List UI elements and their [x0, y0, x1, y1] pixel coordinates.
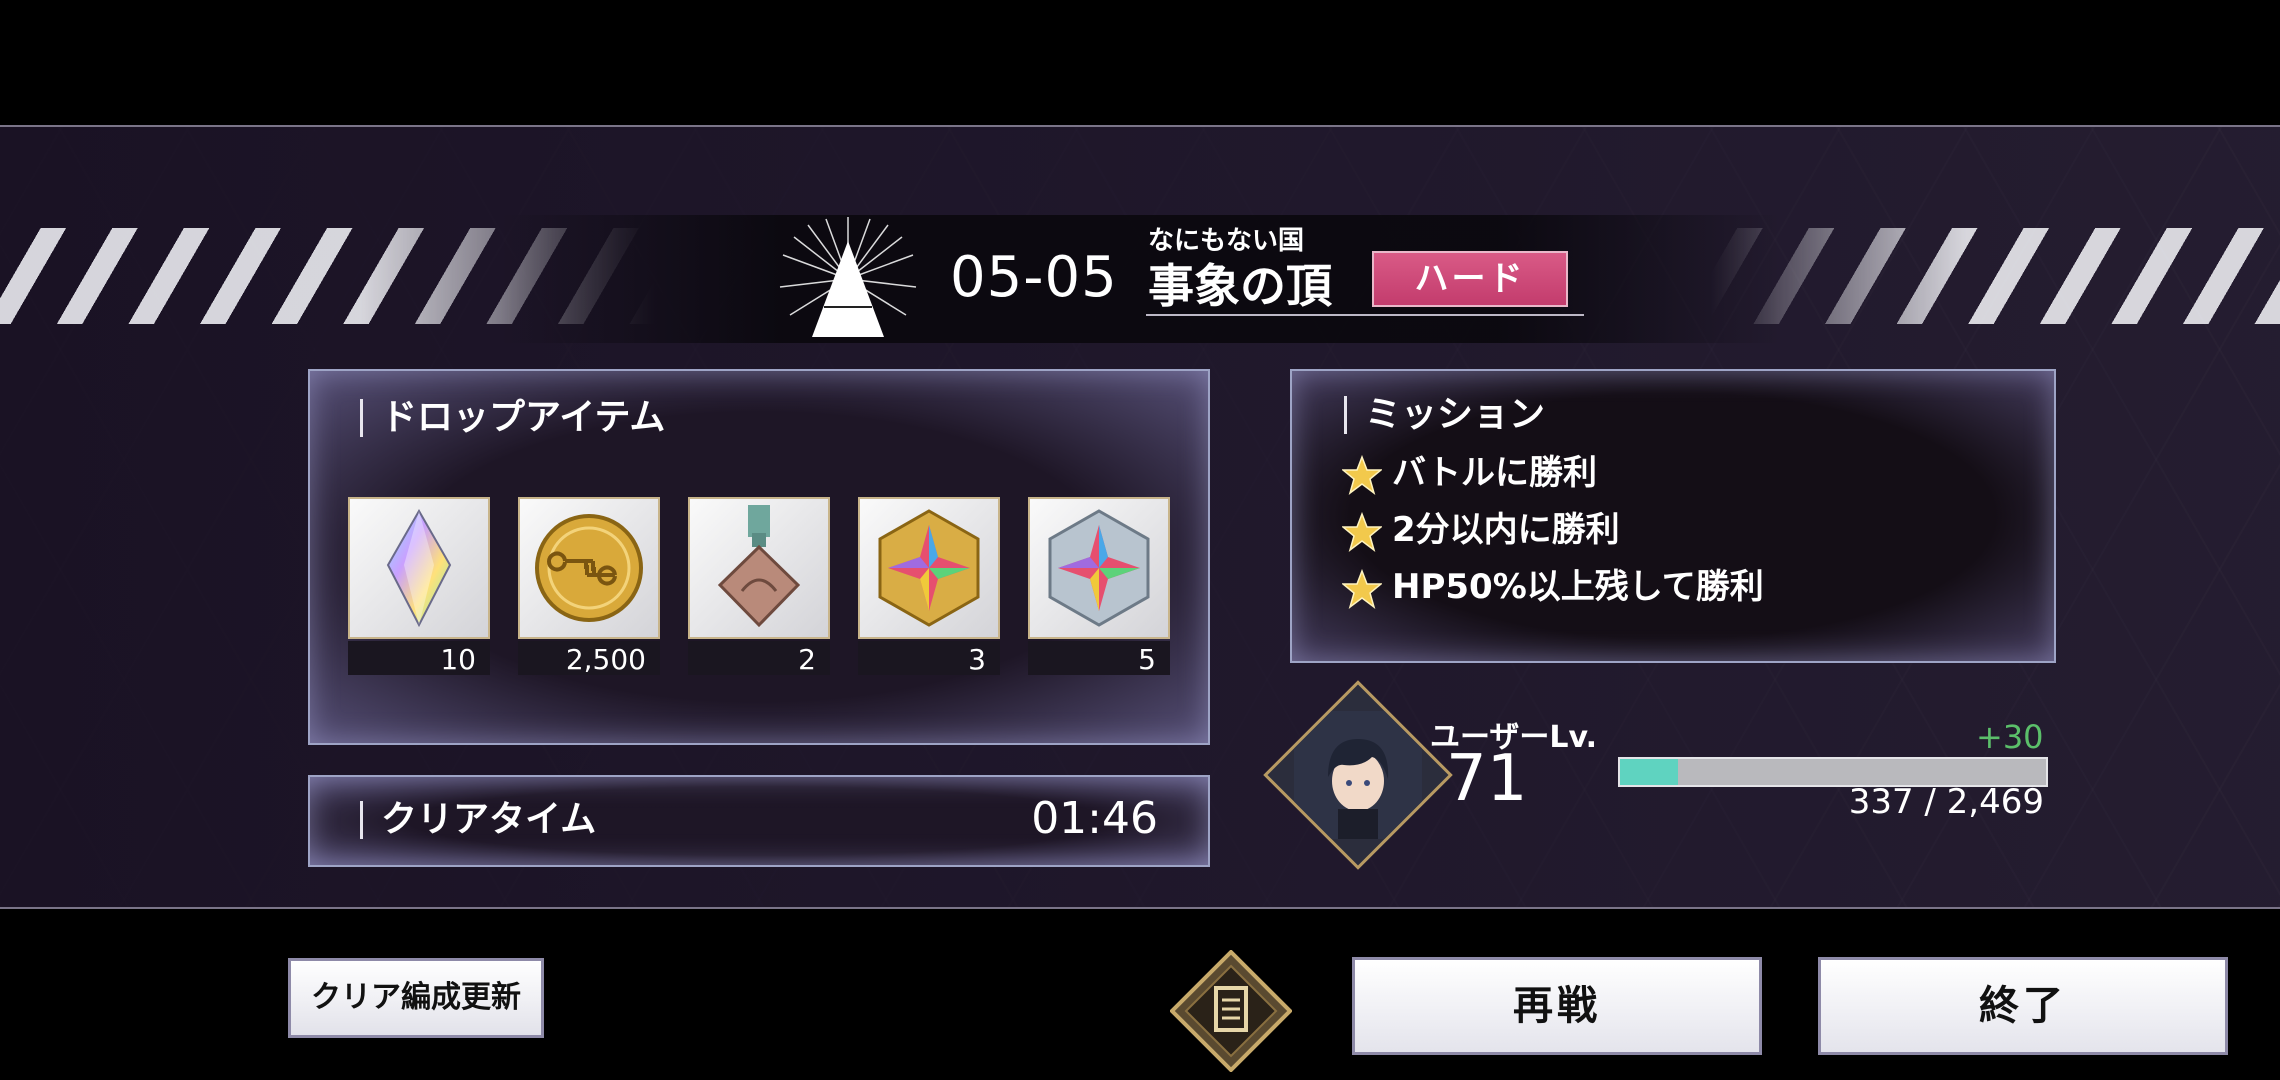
mission-item: HP50%以上残して勝利: [1342, 565, 1764, 609]
clear-time-value: 01:46: [1031, 793, 1158, 844]
log-icon[interactable]: [1170, 950, 1292, 1072]
exp-bar-fill: [1620, 759, 1679, 785]
drop-items-panel: ドロップアイテム 10 2,500 2 3 5: [308, 369, 1210, 745]
exp-gain: +30: [1976, 718, 2044, 756]
finish-button[interactable]: 終了: [1818, 957, 2228, 1055]
mission-item: 2分以内に勝利: [1342, 508, 1620, 552]
decor-stripes-right: [1710, 228, 2280, 324]
item-count: 2: [688, 641, 830, 676]
stage-number: 05-05: [950, 245, 1118, 310]
clear-time-label: クリアタイム: [360, 801, 596, 839]
mission-item: バトルに勝利: [1342, 451, 1597, 495]
bronze-medal-icon: [717, 505, 801, 628]
retry-button[interactable]: 再戦: [1352, 957, 1762, 1055]
drop-item[interactable]: 5: [1028, 497, 1170, 676]
pyramid-emblem-icon: [779, 217, 917, 337]
star-icon: [1342, 454, 1382, 495]
item-count: 3: [858, 641, 1000, 676]
user-level-value: 71: [1446, 742, 1528, 816]
drop-item[interactable]: 2: [688, 497, 830, 676]
rainbow-crystal-icon: [386, 508, 452, 628]
drop-item[interactable]: 3: [858, 497, 1000, 676]
item-frame: [518, 497, 660, 639]
item-frame: [688, 497, 830, 639]
mission-text: HP50%以上残して勝利: [1392, 567, 1764, 607]
item-frame: [348, 497, 490, 639]
title-underline: [1146, 314, 1584, 316]
stage-title-band: [500, 215, 1780, 343]
character-portrait-icon: [1294, 711, 1422, 839]
clear-time-panel: クリアタイム 01:46: [308, 775, 1210, 867]
gold-star-emblem-icon: [878, 509, 980, 627]
mission-title: ミッション: [1344, 396, 1545, 434]
item-frame: [1028, 497, 1170, 639]
item-count: 10: [348, 641, 490, 676]
update-party-button[interactable]: クリア編成更新: [288, 958, 544, 1038]
star-icon: [1342, 511, 1382, 552]
item-count: 2,500: [518, 641, 660, 676]
silver-star-emblem-icon: [1048, 509, 1150, 627]
drop-item[interactable]: 2,500: [518, 497, 660, 676]
item-count: 5: [1028, 641, 1170, 676]
mission-text: 2分以内に勝利: [1392, 510, 1620, 550]
star-icon: [1342, 568, 1382, 609]
difficulty-badge: ハード: [1372, 251, 1568, 307]
drop-items-title: ドロップアイテム: [360, 399, 665, 437]
exp-text: 337 / 2,469: [1848, 782, 2044, 822]
mission-text: バトルに勝利: [1392, 453, 1598, 493]
stage-name: 事象の頂: [1148, 259, 1332, 313]
item-frame: [858, 497, 1000, 639]
gold-coin-icon: [535, 514, 643, 622]
drop-item[interactable]: 10: [348, 497, 490, 676]
